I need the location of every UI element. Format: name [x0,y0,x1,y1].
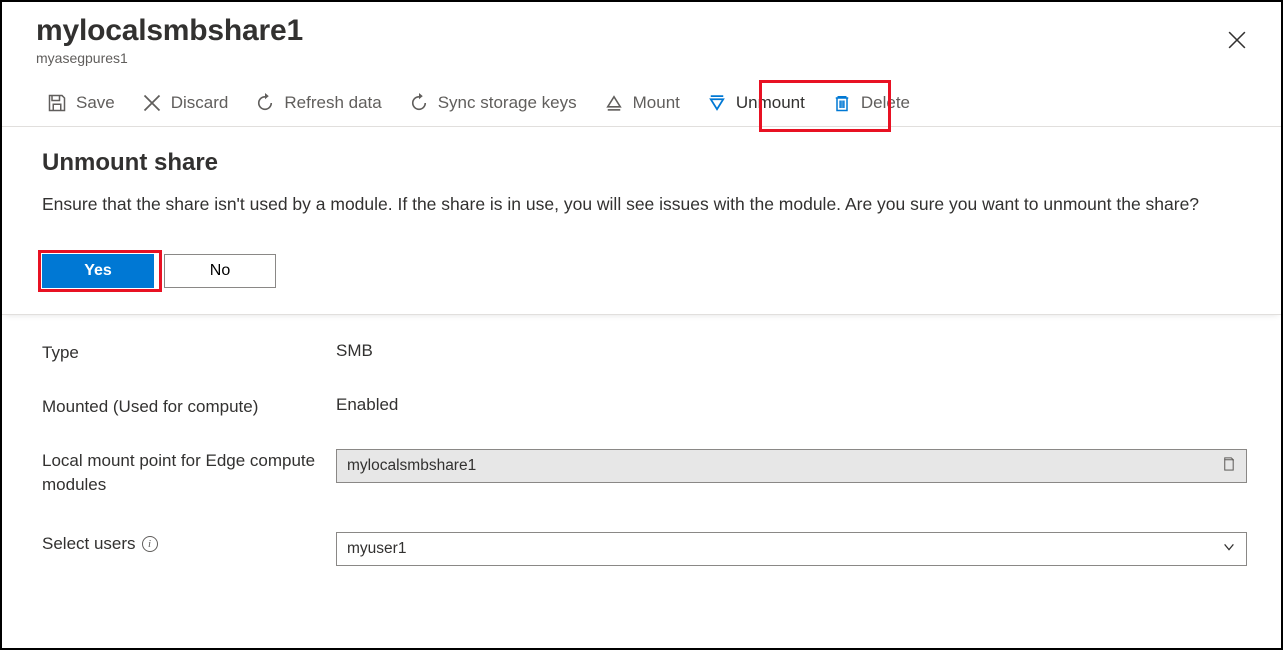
save-icon [46,92,68,114]
close-button[interactable] [1217,20,1257,60]
info-icon[interactable]: i [142,536,158,552]
selectusers-dropdown[interactable]: myuser1 [336,532,1247,566]
mountpoint-field: mylocalsmbshare1 [336,449,1247,483]
unmount-button[interactable]: Unmount [696,86,815,120]
sync-label: Sync storage keys [438,93,577,113]
save-button[interactable]: Save [36,86,125,120]
delete-icon [831,92,853,114]
page-title: mylocalsmbshare1 [36,14,303,48]
row-mounted: Mounted (Used for compute) Enabled [36,381,1247,435]
save-label: Save [76,93,115,113]
copy-icon[interactable] [1221,456,1236,476]
delete-button[interactable]: Delete [821,86,920,120]
selectusers-value: myuser1 [347,540,406,558]
mount-button[interactable]: Mount [593,86,690,120]
discard-icon [141,92,163,114]
unmount-dialog: Unmount share Ensure that the share isn'… [2,127,1281,315]
discard-button[interactable]: Discard [131,86,239,120]
sync-icon [408,92,430,114]
yes-button[interactable]: Yes [42,254,154,288]
share-details: Type SMB Mounted (Used for compute) Enab… [2,317,1281,592]
refresh-icon [254,92,276,114]
row-mountpoint: Local mount point for Edge compute modul… [36,435,1247,513]
sync-button[interactable]: Sync storage keys [398,86,587,120]
no-button[interactable]: No [164,254,276,288]
unmount-label: Unmount [736,93,805,113]
dialog-text: Ensure that the share isn't used by a mo… [42,191,1222,218]
refresh-label: Refresh data [284,93,381,113]
mounted-label: Mounted (Used for compute) [42,395,336,419]
selectusers-label-text: Select users [42,532,136,556]
row-selectusers: Select users i myuser1 [36,512,1247,582]
refresh-button[interactable]: Refresh data [244,86,391,120]
dialog-title: Unmount share [42,149,1247,177]
mountpoint-value: mylocalsmbshare1 [347,457,476,475]
blade-header: mylocalsmbshare1 myasegpures1 [2,2,1281,74]
command-bar: Save Discard Refresh data Sync storage k… [2,74,1281,127]
chevron-down-icon [1222,540,1236,559]
selectusers-label: Select users i [42,532,336,556]
delete-label: Delete [861,93,910,113]
mount-icon [603,92,625,114]
discard-label: Discard [171,93,229,113]
unmount-icon [706,92,728,114]
page-subtitle: myasegpures1 [36,50,303,66]
mount-label: Mount [633,93,680,113]
mountpoint-label: Local mount point for Edge compute modul… [42,449,336,497]
type-value: SMB [336,341,1247,361]
mounted-value: Enabled [336,395,1247,415]
type-label: Type [42,341,336,365]
row-type: Type SMB [36,327,1247,381]
close-icon [1228,31,1246,49]
